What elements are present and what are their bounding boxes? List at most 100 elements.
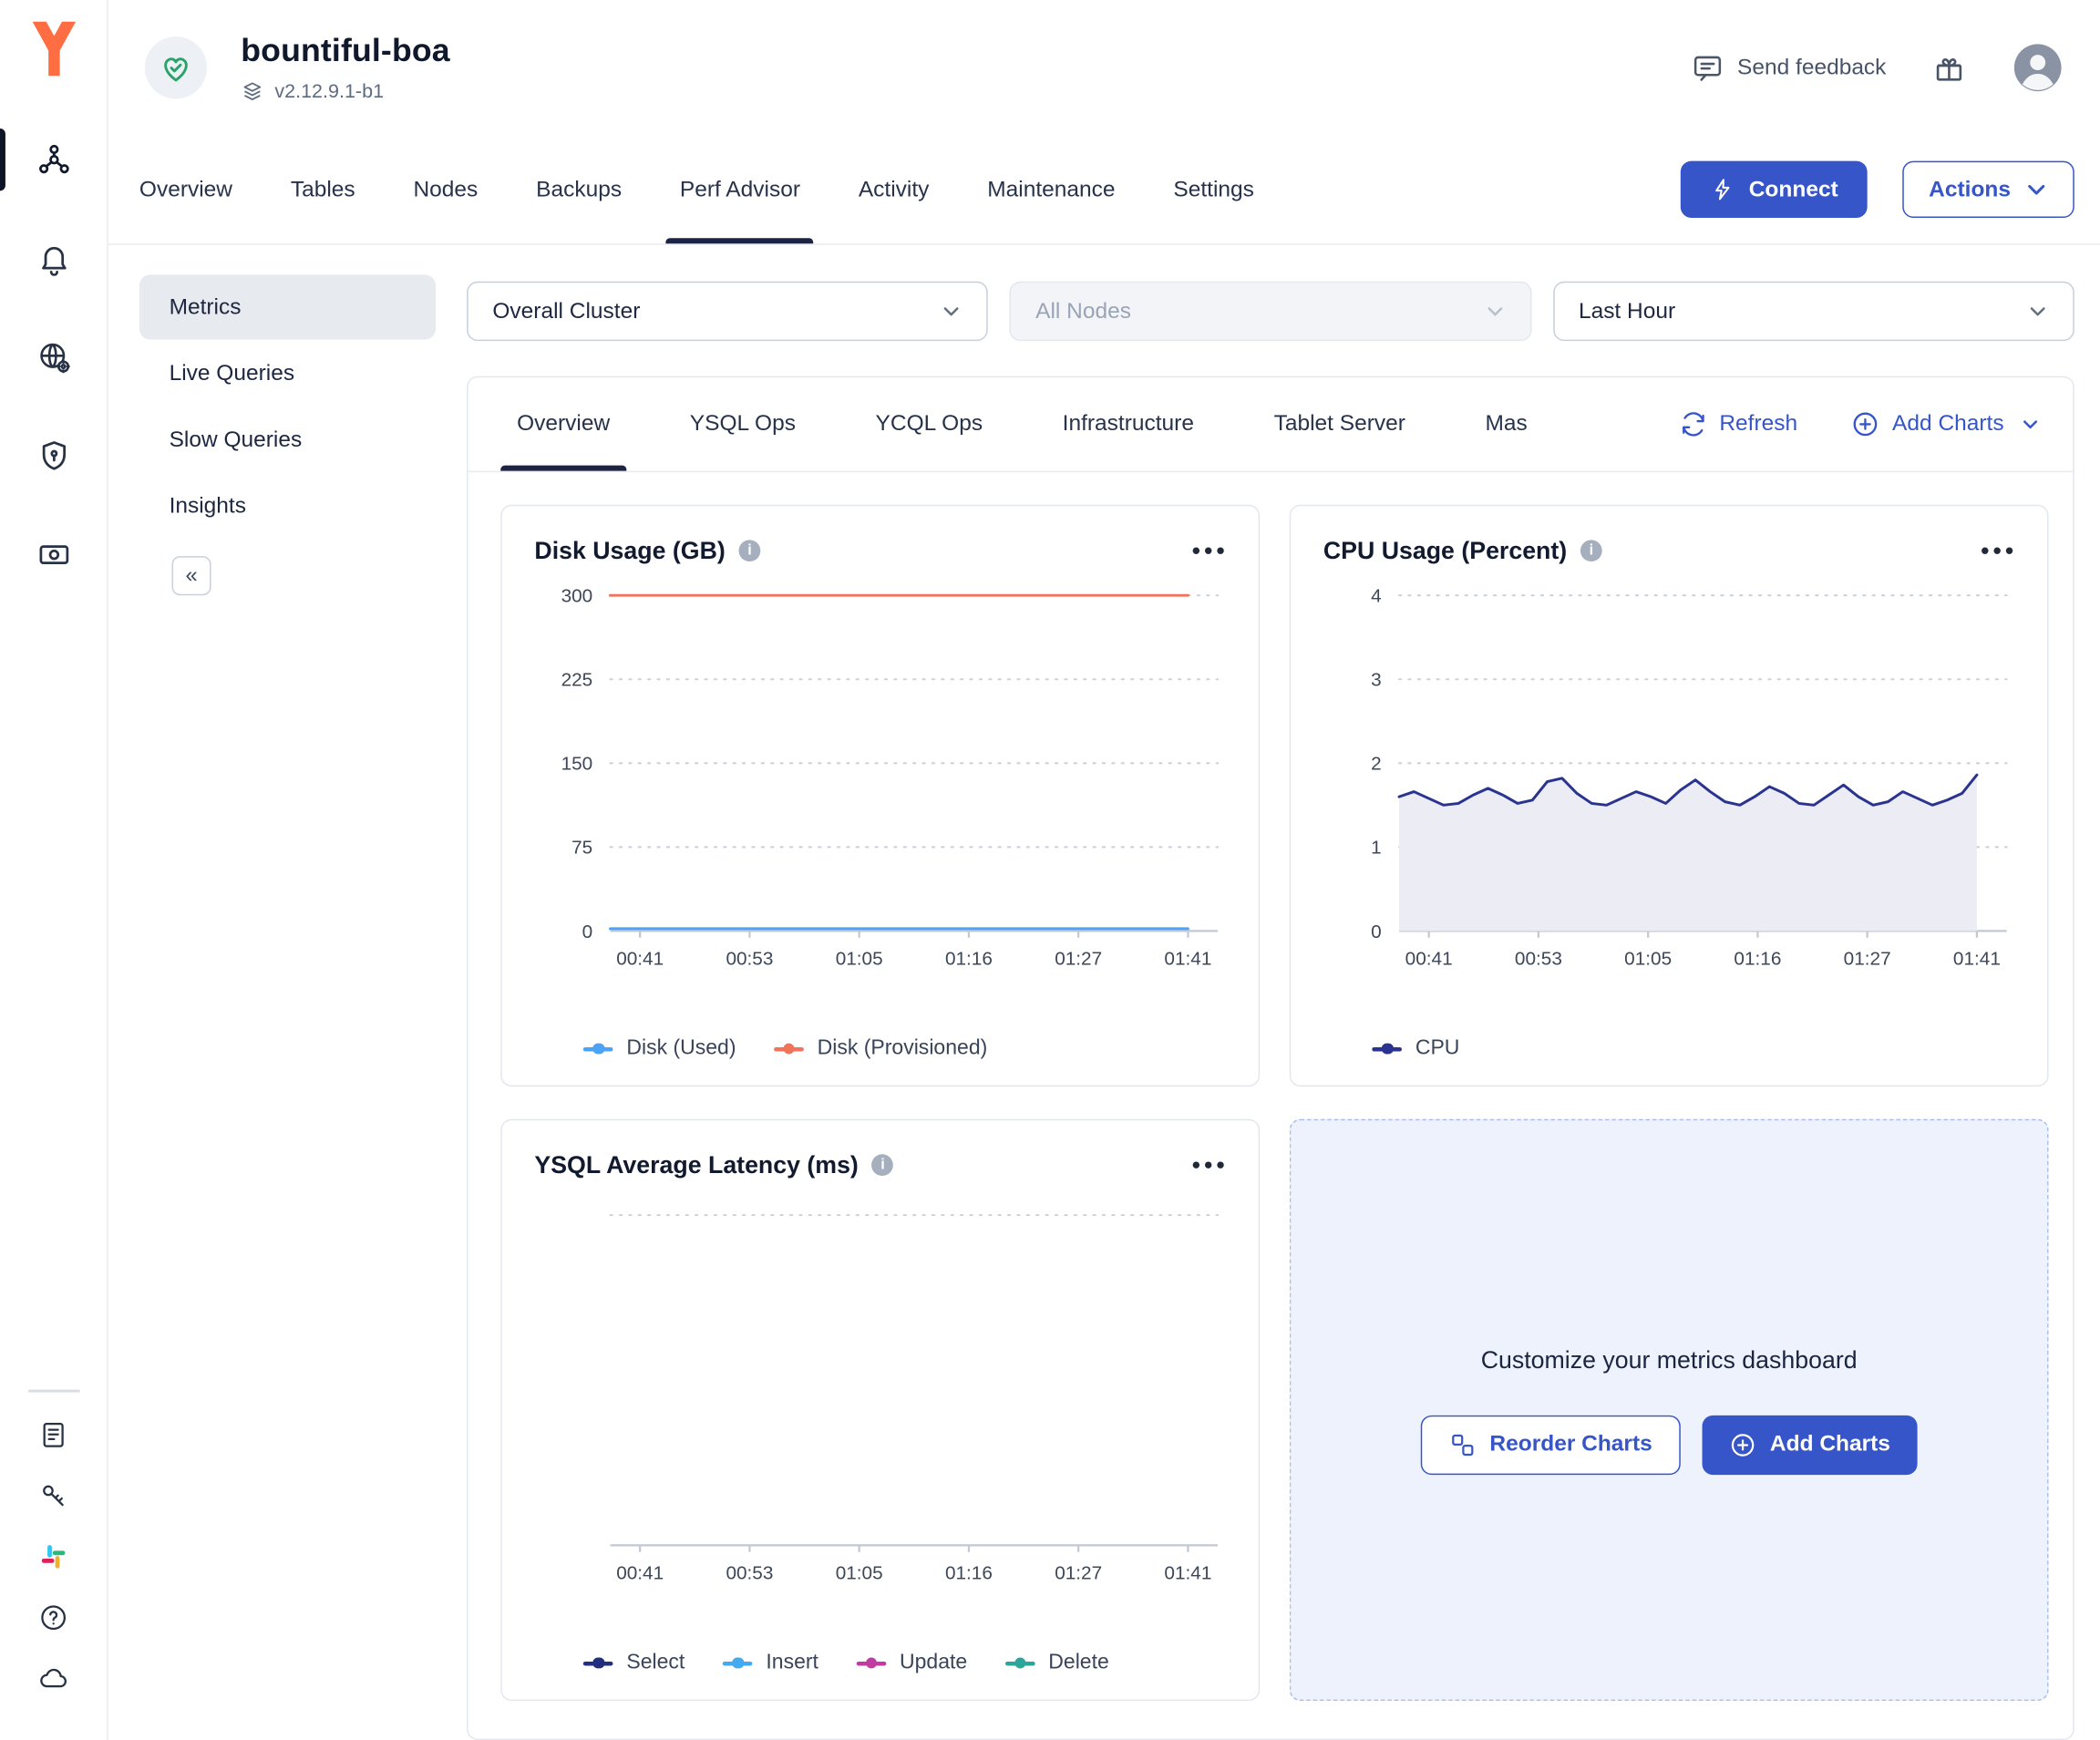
rail-item-alerts[interactable] [21,226,86,291]
svg-text:00:41: 00:41 [616,1562,664,1583]
rail-footer [27,1390,78,1740]
svg-text:2: 2 [1371,754,1382,775]
legend-item[interactable]: Select [583,1651,685,1675]
help-button[interactable] [36,1600,71,1635]
legend-item[interactable]: Insert [723,1651,818,1675]
legend-marker [583,1046,613,1050]
legend-label: Disk (Used) [626,1036,736,1061]
collapse-sidebar-button[interactable]: « [172,556,211,595]
chevron-down-icon [1484,301,1506,323]
info-icon[interactable]: i [739,540,761,561]
rail-item-security[interactable] [21,424,86,489]
legend-label: CPU [1415,1036,1460,1061]
sidebar-item-insights[interactable]: Insights [139,474,436,539]
chart-title: YSQL Average Latency (ms) [534,1151,858,1179]
refresh-button[interactable]: Refresh [1679,410,1797,438]
tab-perf-advisor[interactable]: Perf Advisor [666,135,814,243]
chart-card-cpu-usage: CPU Usage (Percent) i 4321000:4100:5301:… [1290,505,2049,1086]
actions-button[interactable]: Actions [1903,161,2074,218]
tab-nodes[interactable]: Nodes [400,135,492,243]
connect-button[interactable]: Connect [1682,161,1868,218]
metrics-tab-infrastructure[interactable]: Infrastructure [1046,377,1210,470]
cloud-icon [38,1663,69,1694]
legend-item[interactable]: Disk (Used) [583,1036,736,1061]
cluster-hub-icon [36,142,71,178]
send-feedback-label: Send feedback [1737,55,1886,80]
metrics-tab-master-server-truncated[interactable]: Mas [1469,377,1544,470]
legend-marker [723,1661,753,1664]
chart-menu-button[interactable] [1980,545,2015,556]
chart-menu-button[interactable] [1190,1159,1226,1170]
chart-title: Disk Usage (GB) [534,537,725,565]
legend-marker [1372,1046,1402,1050]
slack-button[interactable] [36,1539,71,1574]
svg-text:01:05: 01:05 [836,1562,883,1583]
reorder-charts-button[interactable]: Reorder Charts [1421,1415,1681,1474]
send-feedback-button[interactable]: Send feedback [1692,51,1887,84]
cloud-status-button[interactable] [36,1661,71,1696]
key-icon [38,1479,69,1510]
nodes-select: All Nodes [1010,282,1531,341]
chart-menu-button[interactable] [1190,545,1226,556]
tab-maintenance[interactable]: Maintenance [973,135,1128,243]
legend-item[interactable]: Delete [1005,1651,1109,1675]
svg-text:01:27: 01:27 [1055,1562,1102,1583]
metrics-board: Overview YSQL Ops YCQL Ops Infrastructur… [467,376,2074,1740]
plus-circle-icon [1852,410,1880,438]
metrics-board-tabs: Overview YSQL Ops YCQL Ops Infrastructur… [468,377,2074,472]
app-root: bountiful-boa v2.12.9.1-b1 Send feedback [0,0,2100,1740]
svg-text:3: 3 [1371,670,1382,691]
bell-icon [36,241,71,276]
cluster-header: bountiful-boa v2.12.9.1-b1 Send feedback [108,0,2100,135]
svg-text:75: 75 [571,838,592,859]
cluster-health-badge [145,36,207,98]
svg-text:1: 1 [1371,838,1382,859]
legend-item[interactable]: CPU [1372,1036,1459,1061]
tab-activity[interactable]: Activity [845,135,942,243]
rail-item-clusters[interactable] [21,128,86,192]
add-charts-button[interactable]: Add Charts [1703,1415,1918,1474]
metrics-tab-ycql-ops[interactable]: YCQL Ops [860,377,999,470]
svg-text:01:05: 01:05 [1624,948,1672,969]
slack-icon [38,1540,69,1571]
legend-label: Disk (Provisioned) [818,1036,988,1061]
metrics-tab-ysql-ops[interactable]: YSQL Ops [674,377,812,470]
cpu-usage-chart: 4321000:4100:5301:0501:1601:2701:41 [1323,584,2015,983]
rail-item-billing[interactable] [21,522,86,587]
bolt-icon [1711,177,1735,201]
chart-legend: Disk (Used) Disk (Provisioned) [534,1036,1226,1061]
metrics-tab-overview[interactable]: Overview [500,377,626,470]
tab-settings[interactable]: Settings [1160,135,1268,243]
info-icon[interactable]: i [872,1154,894,1176]
legend-item[interactable]: Disk (Provisioned) [774,1036,987,1061]
add-charts-label: Add Charts [1770,1432,1890,1457]
metrics-tab-tablet-server[interactable]: Tablet Server [1258,377,1422,470]
chat-icon [1692,51,1724,84]
legend-marker [1005,1661,1035,1664]
legend-label: Insert [766,1651,818,1675]
legend-marker [857,1661,887,1664]
add-charts-menu[interactable]: Add Charts [1852,410,2041,438]
time-range-select[interactable]: Last Hour [1553,282,2074,341]
sidebar-item-live-queries[interactable]: Live Queries [139,341,436,406]
sidebar-item-metrics[interactable]: Metrics [139,274,436,339]
refresh-icon [1679,410,1707,438]
rail-item-network[interactable] [21,324,86,389]
user-avatar[interactable] [2012,42,2064,93]
info-icon[interactable]: i [1580,540,1602,561]
sidebar-item-slow-queries[interactable]: Slow Queries [139,407,436,472]
tab-overview[interactable]: Overview [126,135,246,243]
cluster-scope-select[interactable]: Overall Cluster [467,282,988,341]
tab-backups[interactable]: Backups [522,135,635,243]
actions-label: Actions [1929,177,2011,202]
svg-text:01:16: 01:16 [945,1562,993,1583]
svg-text:00:53: 00:53 [726,1562,773,1583]
docs-button[interactable] [36,1416,71,1452]
api-key-button[interactable] [36,1477,71,1513]
plus-circle-icon [1729,1431,1756,1458]
svg-text:225: 225 [561,670,593,691]
legend-item[interactable]: Update [857,1651,968,1675]
whats-new-button[interactable] [1932,51,1966,85]
avatar-icon [2012,42,2064,93]
tab-tables[interactable]: Tables [277,135,369,243]
